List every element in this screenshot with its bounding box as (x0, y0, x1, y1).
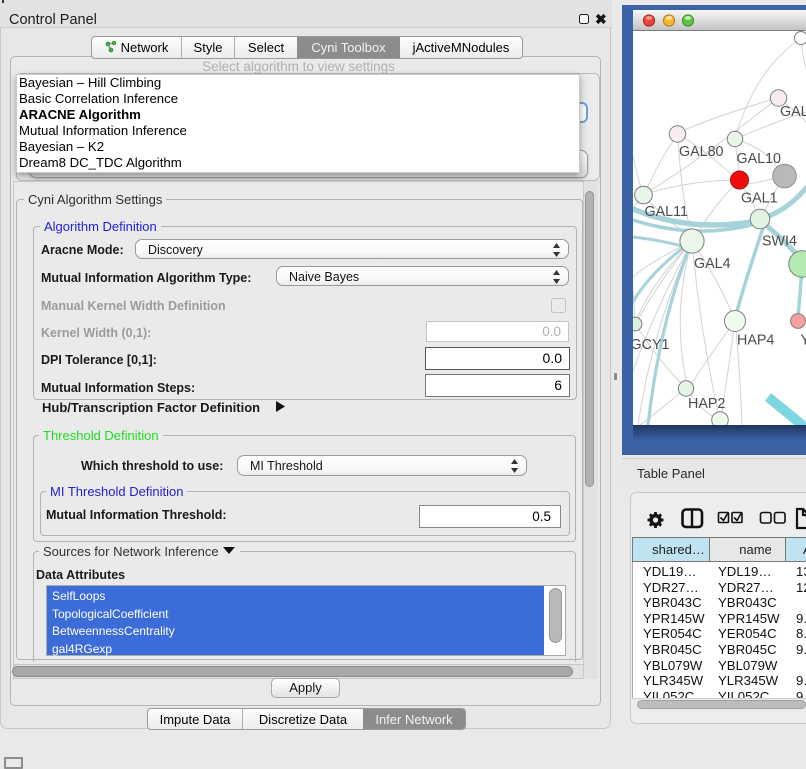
svg-text:GAL4: GAL4 (694, 256, 731, 272)
svg-text:HAP4: HAP4 (737, 333, 774, 349)
svg-text:HAP2: HAP2 (688, 396, 725, 412)
svg-text:GAL11: GAL11 (645, 204, 688, 220)
svg-text:GAL10: GAL10 (737, 151, 782, 167)
svg-text:GAL1: GAL1 (741, 191, 778, 207)
svg-text:GCY1: GCY1 (633, 337, 669, 353)
svg-text:GAL: GAL (780, 104, 806, 120)
svg-text:SWI4: SWI4 (762, 234, 797, 250)
svg-text:Y: Y (801, 333, 806, 349)
svg-text:GAL80: GAL80 (679, 144, 724, 160)
